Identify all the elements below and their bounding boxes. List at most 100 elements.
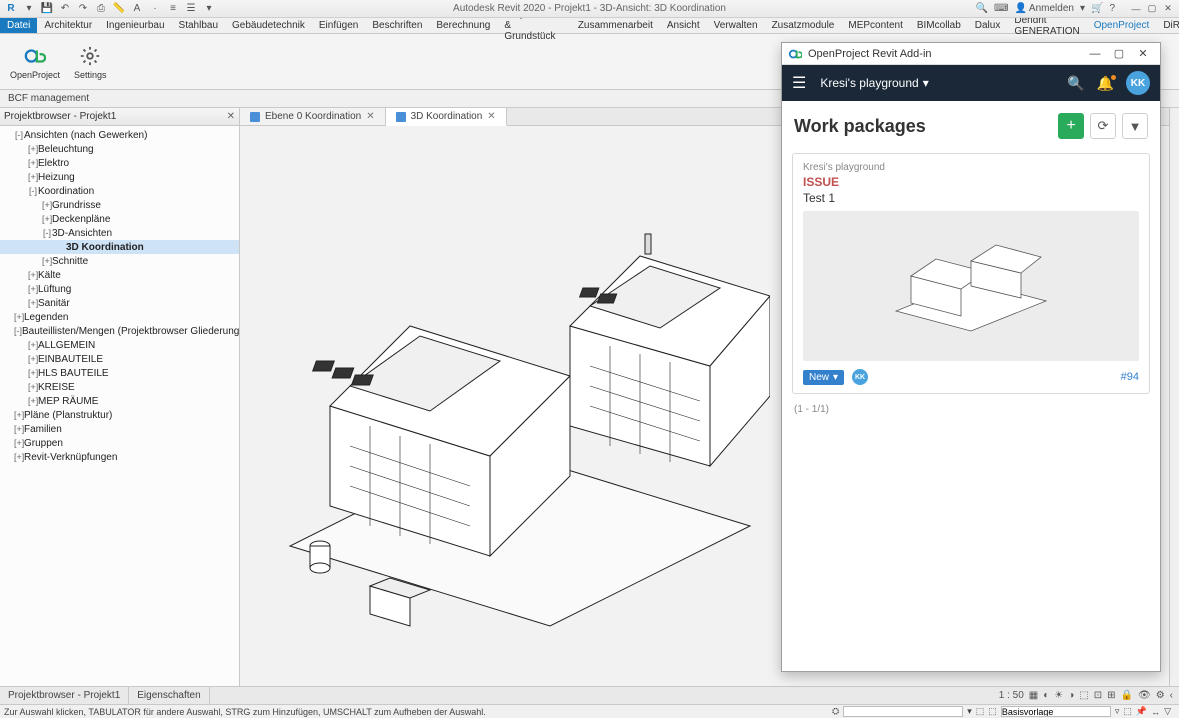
addin-maximize-icon[interactable]: ▢ — [1108, 46, 1130, 62]
user-avatar[interactable]: KK — [1126, 71, 1150, 95]
crop-region-icon[interactable]: ⊞ — [1107, 690, 1115, 701]
tree-node[interactable]: [+] Sanitär — [0, 296, 239, 310]
tree-node[interactable]: [+] Elektro — [0, 156, 239, 170]
close-hidden-icon[interactable]: ☰ — [184, 2, 198, 16]
expand-icon[interactable]: [+] — [28, 284, 38, 294]
expand-icon[interactable]: [+] — [28, 270, 38, 280]
tree-node[interactable]: [-] Bauteillisten/Mengen (Projektbrowser… — [0, 324, 239, 338]
thin-lines-icon[interactable]: ≡ — [166, 2, 180, 16]
hamburger-icon[interactable]: ☰ — [792, 73, 806, 93]
expand-icon[interactable]: [+] — [42, 256, 52, 266]
ribbon-tab-datei[interactable]: Datei — [0, 18, 37, 33]
design-option-input[interactable] — [1001, 706, 1111, 717]
ribbon-tab-ansicht[interactable]: Ansicht — [660, 18, 707, 33]
ribbon-settings-button[interactable]: Settings — [74, 44, 107, 80]
rendering-icon[interactable]: ⬚ — [1079, 690, 1088, 701]
select-underlay-icon[interactable]: ⬚ — [988, 706, 997, 717]
ribbon-tab-bimcollab[interactable]: BIMcollab — [910, 18, 968, 33]
scale-label[interactable]: 1 : 50 — [999, 690, 1024, 701]
expand-icon[interactable]: [-] — [42, 228, 52, 238]
expand-icon[interactable]: [+] — [14, 452, 24, 462]
expand-icon[interactable]: [+] — [28, 144, 38, 154]
tree-node[interactable]: [+] HLS BAUTEILE — [0, 366, 239, 380]
ribbon-tab-k-rpermodell-grundst-ck[interactable]: Körpermodell & Grundstück — [497, 18, 570, 33]
add-work-package-button[interactable]: + — [1058, 113, 1084, 139]
ribbon-tab-diroots[interactable]: DiRoots — [1156, 18, 1179, 33]
tree-node[interactable]: [+] MEP RÄUME — [0, 394, 239, 408]
ribbon-tab-verwalten[interactable]: Verwalten — [707, 18, 765, 33]
filter-icon[interactable]: ▿ — [1115, 706, 1120, 717]
tree-node[interactable]: [+] Familien — [0, 422, 239, 436]
project-selector[interactable]: Kresi's playground ▾ — [820, 76, 928, 90]
ribbon-openproject-button[interactable]: OpenProject — [10, 44, 60, 80]
expand-icon[interactable]: [-] — [14, 326, 22, 336]
expand-icon[interactable]: [+] — [14, 410, 24, 420]
tree-node[interactable]: [+] Gruppen — [0, 436, 239, 450]
tab-close-icon[interactable]: ✕ — [366, 111, 374, 122]
tab-close-icon[interactable]: ✕ — [487, 111, 495, 122]
expand-icon[interactable]: [+] — [42, 214, 52, 224]
tree-node[interactable]: 3D Koordination — [0, 240, 239, 254]
main-model-input[interactable] — [843, 706, 963, 717]
bottom-tab-properties[interactable]: Eigenschaften — [129, 687, 209, 704]
lock-icon[interactable]: 🔒 — [1121, 690, 1133, 701]
wp-id-link[interactable]: #94 — [1121, 371, 1139, 383]
ribbon-tab-ingenieurbau[interactable]: Ingenieurbau — [99, 18, 171, 33]
view-tab[interactable]: 3D Koordination✕ — [386, 108, 507, 126]
sun-path-icon[interactable]: ☀ — [1054, 690, 1063, 701]
keyboard-icon[interactable]: ⌨ — [994, 3, 1008, 14]
ribbon-tab-zusammenarbeit[interactable]: Zusammenarbeit — [571, 18, 660, 33]
tree-node[interactable]: [+] EINBAUTEILE — [0, 352, 239, 366]
tree-node[interactable]: [-] Ansichten (nach Gewerken) — [0, 128, 239, 142]
expand-icon[interactable]: [+] — [42, 200, 52, 210]
expand-icon[interactable]: [+] — [14, 424, 24, 434]
tree-node[interactable]: [+] Beleuchtung — [0, 142, 239, 156]
view-tab[interactable]: Ebene 0 Koordination✕ — [240, 108, 386, 125]
search-icon[interactable]: 🔍 — [976, 3, 988, 14]
reveal-icon[interactable]: ⚙ — [1156, 690, 1165, 701]
addin-close-icon[interactable]: ✕ — [1132, 46, 1154, 62]
cart-icon[interactable]: 🛒 — [1091, 3, 1103, 14]
expand-icon[interactable]: [+] — [28, 158, 38, 168]
save-icon[interactable]: 💾 — [40, 2, 54, 16]
open-icon[interactable]: ▾ — [22, 2, 36, 16]
expand-icon[interactable]: [+] — [28, 172, 38, 182]
redo-icon[interactable]: ↷ — [76, 2, 90, 16]
crop-icon[interactable]: ⊡ — [1094, 690, 1102, 701]
work-package-card[interactable]: Kresi's playground ISSUE Test 1 New ▾ KK… — [792, 153, 1150, 394]
visual-style-icon[interactable]: ◐ — [1043, 690, 1049, 701]
minimize-icon[interactable]: — — [1129, 3, 1143, 15]
tree-node[interactable]: [+] ALLGEMEIN — [0, 338, 239, 352]
expand-icon[interactable]: [-] — [28, 186, 38, 196]
detail-level-icon[interactable]: ▦ — [1029, 690, 1038, 701]
signin-link[interactable]: 👤 Anmelden — [1014, 3, 1073, 14]
ribbon-tab-dalux[interactable]: Dalux — [968, 18, 1008, 33]
filter-icon[interactable]: ▼ — [1122, 113, 1148, 139]
ribbon-tab-einf-gen[interactable]: Einfügen — [312, 18, 365, 33]
hide-icon[interactable]: 👁 — [1138, 690, 1151, 701]
favorites-icon[interactable]: ▾ — [1080, 3, 1085, 14]
close-icon[interactable]: ✕ — [1161, 3, 1175, 15]
ribbon-tab-geb-udetechnik[interactable]: Gebäudetechnik — [225, 18, 312, 33]
tree-node[interactable]: [+] Revit-Verknüpfungen — [0, 450, 239, 464]
expand-icon[interactable]: [+] — [28, 340, 38, 350]
assignee-avatar[interactable]: KK — [852, 369, 868, 385]
maximize-icon[interactable]: ▢ — [1145, 3, 1159, 15]
expand-icon[interactable]: [-] — [14, 130, 24, 140]
print-icon[interactable]: ⎙ — [94, 2, 108, 16]
tree-node[interactable]: [-] 3D-Ansichten — [0, 226, 239, 240]
select-icon[interactable]: ⬚ — [1123, 706, 1132, 717]
dropdown-icon[interactable]: ▾ — [202, 2, 216, 16]
tree-node[interactable]: [+] Kälte — [0, 268, 239, 282]
tree-node[interactable]: [+] Schnitte — [0, 254, 239, 268]
search-icon[interactable]: 🔍 — [1067, 75, 1084, 92]
ribbon-tab-beschriften[interactable]: Beschriften — [365, 18, 429, 33]
undo-icon[interactable]: ↶ — [58, 2, 72, 16]
wp-status-badge[interactable]: New ▾ — [803, 370, 844, 385]
expand-icon[interactable]: [+] — [28, 382, 38, 392]
panel-close-icon[interactable]: ✕ — [227, 111, 235, 122]
select-links-icon[interactable]: ⬚ — [976, 706, 985, 717]
tree-node[interactable]: [+] Lüftung — [0, 282, 239, 296]
ribbon-tab-berechnung[interactable]: Berechnung — [429, 18, 497, 33]
ribbon-tab-zusatzmodule[interactable]: Zusatzmodule — [765, 18, 842, 33]
